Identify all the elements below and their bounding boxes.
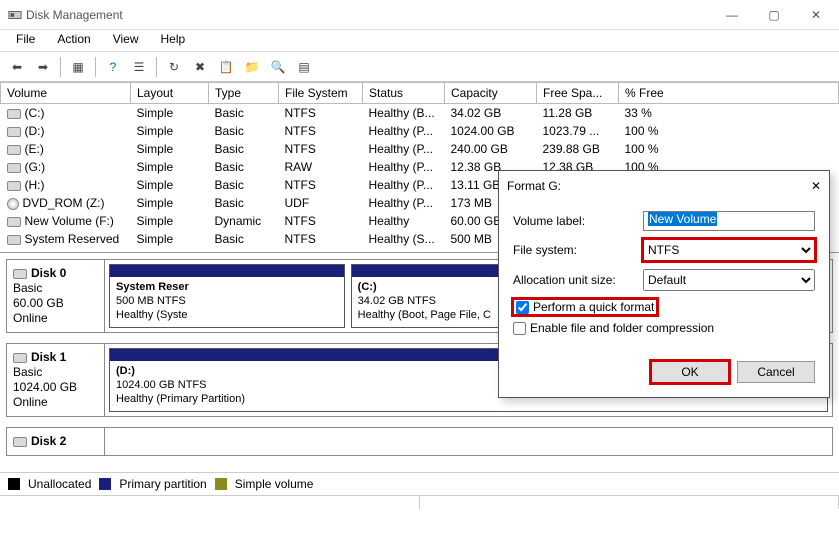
volume-icon (7, 235, 21, 245)
volume-icon (7, 109, 21, 119)
compression-checkbox[interactable] (513, 322, 526, 335)
allocation-unit-label: Allocation unit size: (513, 273, 643, 287)
close-button[interactable]: ✕ (795, 2, 837, 28)
dialog-title: Format G: (507, 179, 811, 193)
table-row[interactable]: (C:)SimpleBasicNTFSHealthy (B...34.02 GB… (1, 104, 839, 123)
legend-swatch-unallocated (8, 478, 20, 490)
col-type[interactable]: Type (209, 83, 279, 104)
col-volume[interactable]: Volume (1, 83, 131, 104)
disk-icon (13, 353, 27, 363)
disk-body (105, 428, 832, 455)
format-dialog: Format G: ✕ Volume label: New Volume Fil… (498, 170, 830, 398)
dvd-icon (7, 198, 19, 210)
disk-header[interactable]: Disk 1Basic1024.00 GBOnline (7, 344, 105, 416)
legend-simple: Simple volume (235, 477, 314, 491)
dialog-close-icon[interactable]: ✕ (811, 179, 821, 193)
disk-header[interactable]: Disk 2 (7, 428, 105, 455)
menu-action[interactable]: Action (47, 30, 100, 51)
volume-icon (7, 217, 21, 227)
show-hide-tree-icon[interactable]: ▦ (67, 56, 89, 78)
table-row[interactable]: (D:)SimpleBasicNTFSHealthy (P...1024.00 … (1, 122, 839, 140)
cancel-button[interactable]: Cancel (737, 361, 815, 383)
settings-icon[interactable]: ▤ (293, 56, 315, 78)
table-row[interactable]: (E:)SimpleBasicNTFSHealthy (P...240.00 G… (1, 140, 839, 158)
disk-row: Disk 2 (6, 427, 833, 456)
volume-label-input[interactable]: New Volume (643, 211, 815, 231)
compression-label: Enable file and folder compression (530, 321, 714, 335)
explore-icon[interactable]: 📁 (241, 56, 263, 78)
col-layout[interactable]: Layout (131, 83, 209, 104)
statusbar (0, 495, 839, 509)
legend-swatch-simple (215, 478, 227, 490)
refresh-icon[interactable]: ↻ (163, 56, 185, 78)
col-capacity[interactable]: Capacity (445, 83, 537, 104)
properties-icon[interactable]: 📋 (215, 56, 237, 78)
legend-unallocated: Unallocated (28, 477, 91, 491)
help-icon[interactable]: ? (102, 56, 124, 78)
disk-icon (13, 437, 27, 447)
disk-icon (13, 269, 27, 279)
rescan-icon[interactable]: 🔍 (267, 56, 289, 78)
back-icon[interactable]: ⬅ (6, 56, 28, 78)
col-free[interactable]: Free Spa... (537, 83, 619, 104)
menu-view[interactable]: View (103, 30, 149, 51)
menubar: File Action View Help (0, 30, 839, 52)
menu-help[interactable]: Help (151, 30, 196, 51)
file-system-select[interactable]: NTFS (643, 239, 815, 261)
partition[interactable]: System Reser500 MB NTFSHealthy (Syste (109, 264, 345, 328)
list-icon[interactable]: ☰ (128, 56, 150, 78)
col-status[interactable]: Status (363, 83, 445, 104)
col-pct[interactable]: % Free (619, 83, 839, 104)
file-system-label: File system: (513, 243, 643, 257)
volume-icon (7, 127, 21, 137)
window-title: Disk Management (26, 8, 711, 22)
ok-button[interactable]: OK (651, 361, 729, 383)
quick-format-label: Perform a quick format (533, 300, 654, 314)
legend-swatch-primary (99, 478, 111, 490)
volume-icon (7, 145, 21, 155)
volume-label-label: Volume label: (513, 214, 643, 228)
quick-format-checkbox[interactable] (516, 301, 529, 314)
titlebar: Disk Management — ▢ ✕ (0, 0, 839, 30)
volume-icon (7, 181, 21, 191)
legend: Unallocated Primary partition Simple vol… (0, 472, 839, 495)
minimize-button[interactable]: — (711, 2, 753, 28)
app-icon (8, 7, 26, 22)
forward-icon[interactable]: ➡ (32, 56, 54, 78)
volume-table-header[interactable]: Volume Layout Type File System Status Ca… (1, 83, 839, 104)
col-fs[interactable]: File System (279, 83, 363, 104)
maximize-button[interactable]: ▢ (753, 2, 795, 28)
delete-icon[interactable]: ✖ (189, 56, 211, 78)
allocation-unit-select[interactable]: Default (643, 269, 815, 291)
disk-header[interactable]: Disk 0Basic60.00 GBOnline (7, 260, 105, 332)
volume-icon (7, 163, 21, 173)
toolbar: ⬅ ➡ ▦ ? ☰ ↻ ✖ 📋 📁 🔍 ▤ (0, 52, 839, 82)
legend-primary: Primary partition (119, 477, 206, 491)
menu-file[interactable]: File (6, 30, 45, 51)
